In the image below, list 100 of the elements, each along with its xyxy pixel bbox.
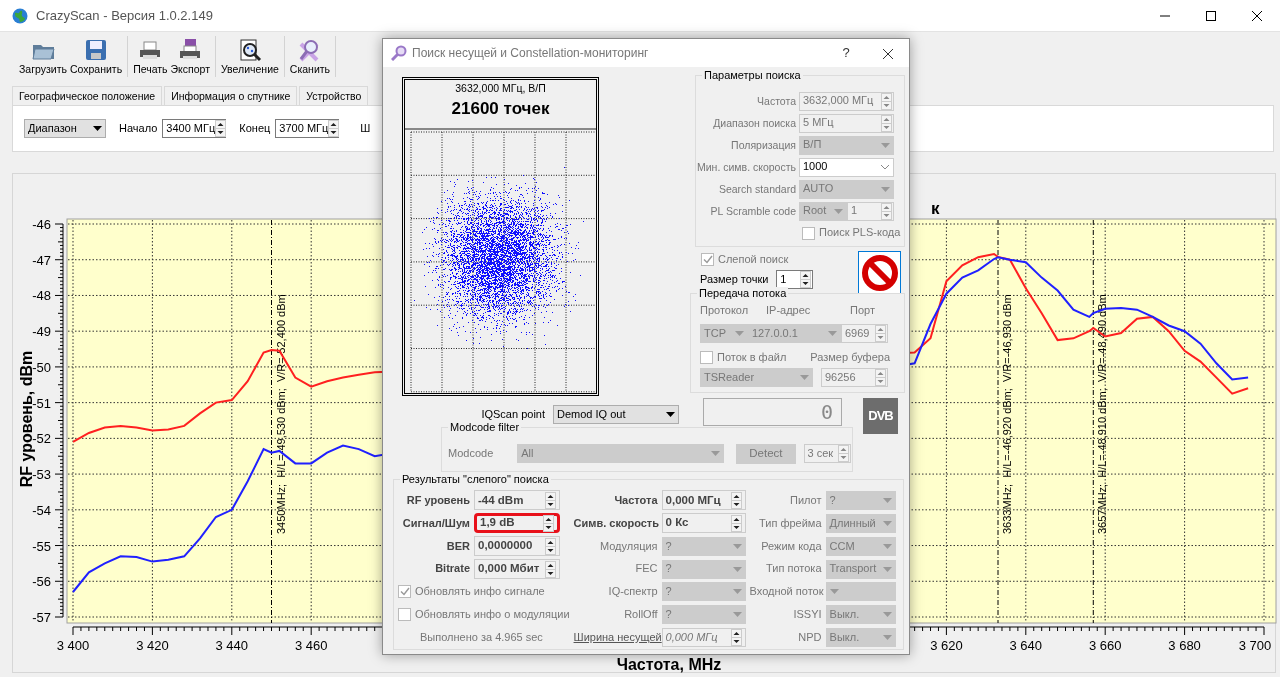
spin-field[interactable]: -44 dBm	[474, 490, 560, 511]
field-label: RollOff	[623, 608, 659, 622]
checkbox-label[interactable]: Слепой поиск	[718, 253, 789, 267]
spin-field[interactable]: 3400 МГц	[162, 118, 227, 138]
tick-label: -55	[32, 538, 51, 554]
spin-field[interactable]: 3700 МГц	[275, 118, 340, 138]
points-count: 21600 точек	[451, 98, 550, 119]
close-icon	[1252, 10, 1262, 21]
checkbox[interactable]	[398, 608, 411, 622]
spin-arrows-icon[interactable]	[215, 119, 227, 137]
toolbar-button[interactable]: Сохранить	[68, 36, 124, 77]
field-label: Тип потока	[765, 562, 823, 576]
counter-display: 0	[703, 398, 842, 426]
dropdown[interactable]: ?	[661, 605, 746, 625]
spin-arrows-icon[interactable]	[545, 537, 556, 555]
dvb-logo: DVB	[863, 398, 898, 434]
toolbar-button[interactable]: Сканить	[288, 36, 332, 77]
field-label: Входной поток	[749, 585, 825, 599]
field-label: Modcode	[448, 446, 494, 461]
checkbox-label[interactable]: Обновлять инфо о модуляции	[415, 608, 570, 622]
checkbox[interactable]	[700, 351, 713, 365]
dropdown[interactable]: ?	[661, 536, 746, 556]
caret-icon[interactable]	[93, 125, 102, 131]
stop-button[interactable]	[858, 251, 901, 294]
tab[interactable]: Информация о спутнике	[164, 86, 298, 105]
field-label: Модуляция	[598, 539, 659, 553]
spin-field[interactable]: 1	[776, 270, 814, 290]
spin-field[interactable]: 1,9 dB	[474, 513, 560, 534]
tick-label: -46	[32, 216, 51, 232]
combo-box[interactable]: 1000	[799, 157, 894, 177]
dropdown[interactable]: Выкл.	[825, 605, 896, 625]
chevron-icon[interactable]	[880, 164, 890, 170]
toolbar-button[interactable]: Экспорт	[169, 36, 211, 77]
dropdown[interactable]: Transport	[825, 559, 896, 579]
spin-field[interactable]: 0,000 Мбит	[474, 559, 560, 579]
dropdown[interactable]: ?	[661, 559, 746, 579]
dropdown[interactable]: Demod IQ out	[553, 405, 679, 424]
dropdown[interactable]: All	[517, 444, 725, 463]
toolbar-button[interactable]: Увеличение	[220, 36, 280, 77]
field-label: Протокол	[700, 304, 750, 318]
spin-field[interactable]: 0,000 МГц	[661, 628, 746, 648]
field-label: Частота	[756, 94, 797, 108]
field-label: IP-адрес	[766, 304, 812, 318]
dropdown[interactable]: 127.0.0.1	[748, 324, 841, 343]
field-label: Диапазон поиска	[712, 116, 797, 130]
spin-field[interactable]: 0,0000000	[474, 536, 560, 557]
dropdown[interactable]: TSReader	[700, 368, 813, 388]
checkbox-label[interactable]: Обновлять инфо сигнале	[415, 585, 545, 599]
spin-arrows-icon[interactable]	[800, 271, 812, 289]
checkbox-label[interactable]: Поток в файл	[717, 351, 787, 365]
spin-arrows-icon[interactable]	[730, 491, 742, 509]
dropdown[interactable]: CCM	[825, 536, 896, 556]
spin-arrows-icon[interactable]	[545, 560, 556, 578]
toolbar-button[interactable]: Печать	[132, 36, 169, 77]
close-icon	[883, 48, 893, 59]
spin-field[interactable]: 96256	[821, 368, 888, 388]
spin-field[interactable]: 0 Кс	[661, 513, 746, 534]
spin-arrows-icon[interactable]	[545, 491, 556, 509]
magnifier-icon	[391, 45, 407, 61]
field-label: Начало	[119, 121, 158, 135]
spin-field[interactable]: 0,000 МГц	[661, 490, 746, 511]
dropdown[interactable]: TCP	[700, 324, 748, 343]
spin-arrows-icon[interactable]	[730, 514, 742, 532]
toolbar-button[interactable]: Загрузить	[18, 36, 68, 77]
detect-button[interactable]: Detect	[736, 443, 796, 464]
spin-arrows-icon[interactable]	[543, 514, 554, 532]
field-label: Размер точки	[700, 273, 769, 287]
dropdown[interactable]: ?	[825, 490, 896, 510]
spin-arrows-icon[interactable]	[730, 629, 742, 647]
chart-title: к	[931, 198, 940, 218]
tick-label: -49	[32, 323, 51, 339]
tab[interactable]: Географическое положение	[12, 86, 163, 105]
checkbox[interactable]	[802, 226, 815, 240]
field-label: PL Scramble code	[709, 204, 797, 218]
check-icon	[399, 587, 410, 597]
link[interactable]: Ширина несущей	[573, 631, 662, 645]
spin-field[interactable]: 3 сек	[803, 444, 851, 463]
axis-title: Частота, MHz	[616, 655, 722, 673]
dropdown[interactable]: ?	[661, 582, 746, 602]
dropdown[interactable]: Выкл.	[825, 628, 896, 648]
help-button[interactable]: ?	[825, 40, 867, 66]
spin-field[interactable]: 6969	[841, 324, 888, 343]
checkbox[interactable]	[701, 253, 714, 267]
magnifier-icon	[237, 38, 262, 62]
group-title: Передача потока	[697, 287, 789, 301]
checkbox[interactable]	[398, 585, 411, 599]
field-label: Сигнал/Шум	[401, 516, 471, 530]
tab[interactable]: Устройство	[299, 86, 369, 105]
dropdown[interactable]: Диапазон	[24, 118, 106, 138]
field-label: Ш	[360, 121, 371, 135]
spin-arrows-icon[interactable]	[328, 119, 340, 137]
checkbox-label[interactable]: Поиск PLS-кода	[819, 226, 901, 240]
status-text: Выполнено за 4.965 sec	[420, 631, 543, 645]
field-label: Bitrate	[434, 562, 471, 576]
tick-label: 3 700	[1238, 637, 1272, 653]
field-label: Мин. симв. скорость	[696, 160, 797, 174]
dropdown[interactable]	[825, 582, 896, 602]
caret-icon[interactable]	[666, 412, 675, 417]
globe-icon	[12, 7, 28, 24]
dropdown[interactable]: Длинный	[825, 513, 896, 533]
